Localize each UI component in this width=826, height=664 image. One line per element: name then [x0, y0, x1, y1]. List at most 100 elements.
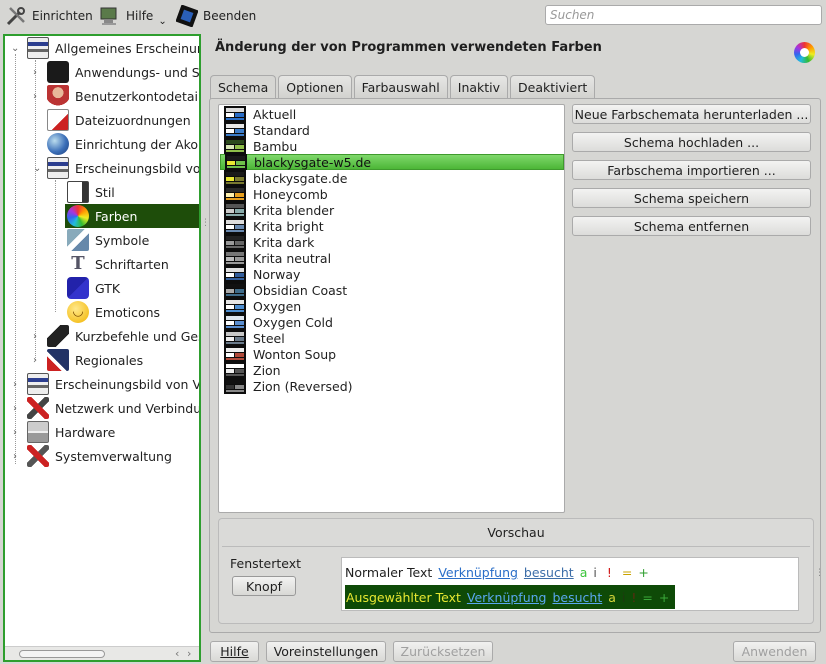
scheme-swatch-icon [224, 122, 246, 138]
sidebar-item-label: Farben [95, 208, 138, 224]
gtk-icon [67, 277, 89, 299]
sidebar-item-network[interactable]: › Netzwerk und Verbindungen [13, 396, 199, 420]
preview-text-box: Normaler Text Verknüpfung besucht a i ! … [341, 557, 799, 611]
sidebar-item-regional[interactable]: › Regionales [33, 348, 144, 372]
help-button[interactable]: Hilfe [210, 641, 259, 662]
sidebar-item-style[interactable]: Stil [67, 180, 115, 204]
scheme-list-item[interactable]: Krita bright [220, 218, 564, 234]
divider [222, 546, 810, 547]
scheme-list-item[interactable]: Obsidian Coast [220, 282, 564, 298]
neutral-text: = [642, 589, 653, 605]
computer-help-icon [99, 5, 121, 27]
sidebar-item-user-account[interactable]: › Benutzerkontodetails [33, 84, 201, 108]
scrollbar-thumb[interactable] [19, 650, 105, 658]
sidebar-item-label: Systemverwaltung [55, 448, 172, 464]
color-scheme-list[interactable]: Aktuell Standard Bambu blackysgate-w5.de bla… [218, 104, 565, 513]
preview-normal-row: Normaler Text Verknüpfung besucht a i ! … [345, 560, 655, 584]
scheme-list-item[interactable]: Zion (Reversed) [220, 378, 564, 394]
sidebar-item-application-appearance[interactable]: ⌄ Erscheinungsbild von Anwendungen [33, 156, 199, 180]
sidebar-item-general-appearance[interactable]: ⌄ Allgemeines Erscheinungsbild [11, 36, 199, 60]
tab-bar: Schema Optionen Farbauswahl Inaktiv Deak… [210, 75, 597, 99]
scheme-list-item[interactable]: blackysgate.de [220, 170, 564, 186]
icons-icon [67, 229, 89, 251]
scheme-list-item[interactable]: Krita blender [220, 202, 564, 218]
defaults-button[interactable]: Voreinstellungen [266, 641, 386, 662]
apply-button[interactable]: Anwenden [733, 641, 816, 662]
quit-button[interactable]: Beenden [175, 4, 256, 28]
sidebar-item-label: Einrichtung der Akonadi-Dienste [75, 136, 199, 152]
scheme-list-item[interactable]: Oxygen [220, 298, 564, 314]
scheme-list-item[interactable]: Aktuell [220, 106, 564, 122]
sidebar-item-notifications[interactable]: › Anwendungs- und Systembenachrichtigung… [33, 60, 199, 84]
sidebar-item-emoticons[interactable]: ◡ Emoticons [67, 300, 160, 324]
preview-panel: Vorschau Fenstertext Knopf Normaler Text… [218, 518, 814, 624]
configure-label: Einrichten [32, 9, 93, 23]
sidebar-item-colors[interactable]: Farben [65, 204, 199, 228]
scheme-list-item[interactable]: Oxygen Cold [220, 314, 564, 330]
positive-text: + [658, 589, 670, 605]
chevron-right-icon: › [33, 330, 37, 342]
sidebar-item-icons[interactable]: Symbole [67, 228, 149, 252]
chevron-right-icon: › [33, 66, 37, 78]
scheme-label: Bambu [253, 138, 298, 154]
tab-scheme[interactable]: Schema [210, 75, 277, 99]
user-account-icon [47, 85, 69, 107]
negative-text: ! [631, 589, 637, 605]
defaults-button-label: Voreinstellungen [273, 644, 379, 659]
scheme-label: Oxygen [253, 298, 302, 314]
scheme-list-item[interactable]: Wonton Soup [220, 346, 564, 362]
scheme-swatch-icon [224, 330, 246, 346]
scheme-list-item[interactable]: blackysgate-w5.de [220, 154, 564, 170]
scheme-label: Standard [253, 122, 310, 138]
sidebar-item-file-associations[interactable]: Dateizuordnungen [47, 108, 191, 132]
horizontal-scrollbar[interactable]: ‹ › [5, 646, 199, 660]
scheme-list-item[interactable]: Honeycomb [220, 186, 564, 202]
upload-scheme-button[interactable]: Schema hochladen ... [572, 132, 811, 152]
scheme-label: Krita neutral [253, 250, 332, 266]
sidebar-item-label: Regionales [75, 352, 144, 368]
sidebar-item-label: Hardware [55, 424, 116, 440]
flag-icon [47, 349, 69, 371]
splitter-handle[interactable]: ⋮ [815, 568, 824, 578]
sidebar-item-shortcuts[interactable]: › Kurzbefehle und Gesten [33, 324, 199, 348]
save-scheme-button[interactable]: Schema speichern [572, 188, 811, 208]
sidebar-item-fonts[interactable]: T Schriftarten [67, 252, 168, 276]
chevron-right-icon: › [33, 354, 37, 366]
scheme-list-item[interactable]: Standard [220, 122, 564, 138]
chevron-right-icon: › [13, 426, 17, 438]
sidebar-item-gtk[interactable]: GTK [67, 276, 120, 300]
import-scheme-button[interactable]: Farbschema importieren ... [572, 160, 811, 180]
chevron-right-icon: › [33, 90, 37, 102]
sidebar-item-akonadi[interactable]: Einrichtung der Akonadi-Dienste [47, 132, 199, 156]
scheme-list-item[interactable]: Zion [220, 362, 564, 378]
help-menu-button[interactable]: Hilfe ⌄ [99, 4, 167, 28]
tab-inactive[interactable]: Inaktiv [449, 75, 509, 98]
scheme-list-item[interactable]: Bambu [220, 138, 564, 154]
sidebar-item-hardware[interactable]: › Hardware [13, 420, 116, 444]
appearance-icon [27, 373, 49, 395]
tab-color-selection[interactable]: Farbauswahl [353, 75, 448, 98]
sidebar-item-label: Kurzbefehle und Gesten [75, 328, 199, 344]
scheme-label: Honeycomb [253, 186, 328, 202]
scheme-swatch-icon [225, 154, 247, 170]
scroll-left-icon[interactable]: ‹ [175, 647, 179, 660]
scroll-right-icon[interactable]: › [187, 647, 191, 660]
sidebar-tree[interactable]: ⌄ Allgemeines Erscheinungsbild › Anwendu… [3, 34, 201, 662]
remove-scheme-button[interactable]: Schema entfernen [572, 216, 811, 236]
preview-button[interactable]: Knopf [232, 576, 296, 596]
scheme-list-item[interactable]: Krita neutral [220, 250, 564, 266]
scheme-list-item[interactable]: Krita dark [220, 234, 564, 250]
scheme-list-item[interactable]: Norway [220, 266, 564, 282]
configure-button[interactable]: Einrichten [5, 4, 93, 28]
scheme-label: Krita blender [253, 202, 335, 218]
download-schemes-button[interactable]: Neue Farbschemata herunterladen ... [572, 104, 811, 124]
sidebar-item-label: Benutzerkontodetails [75, 88, 201, 104]
scheme-label: Norway [253, 266, 301, 282]
tab-options[interactable]: Optionen [278, 75, 352, 98]
sidebar-item-behaviour[interactable]: › Erscheinungsbild von Verhalten [13, 372, 199, 396]
scheme-list-item[interactable]: Steel [220, 330, 564, 346]
reset-button[interactable]: Zurücksetzen [393, 641, 493, 662]
search-input[interactable] [545, 5, 822, 25]
sidebar-item-system-admin[interactable]: › Systemverwaltung [13, 444, 172, 468]
tab-disabled[interactable]: Deaktiviert [510, 75, 596, 98]
